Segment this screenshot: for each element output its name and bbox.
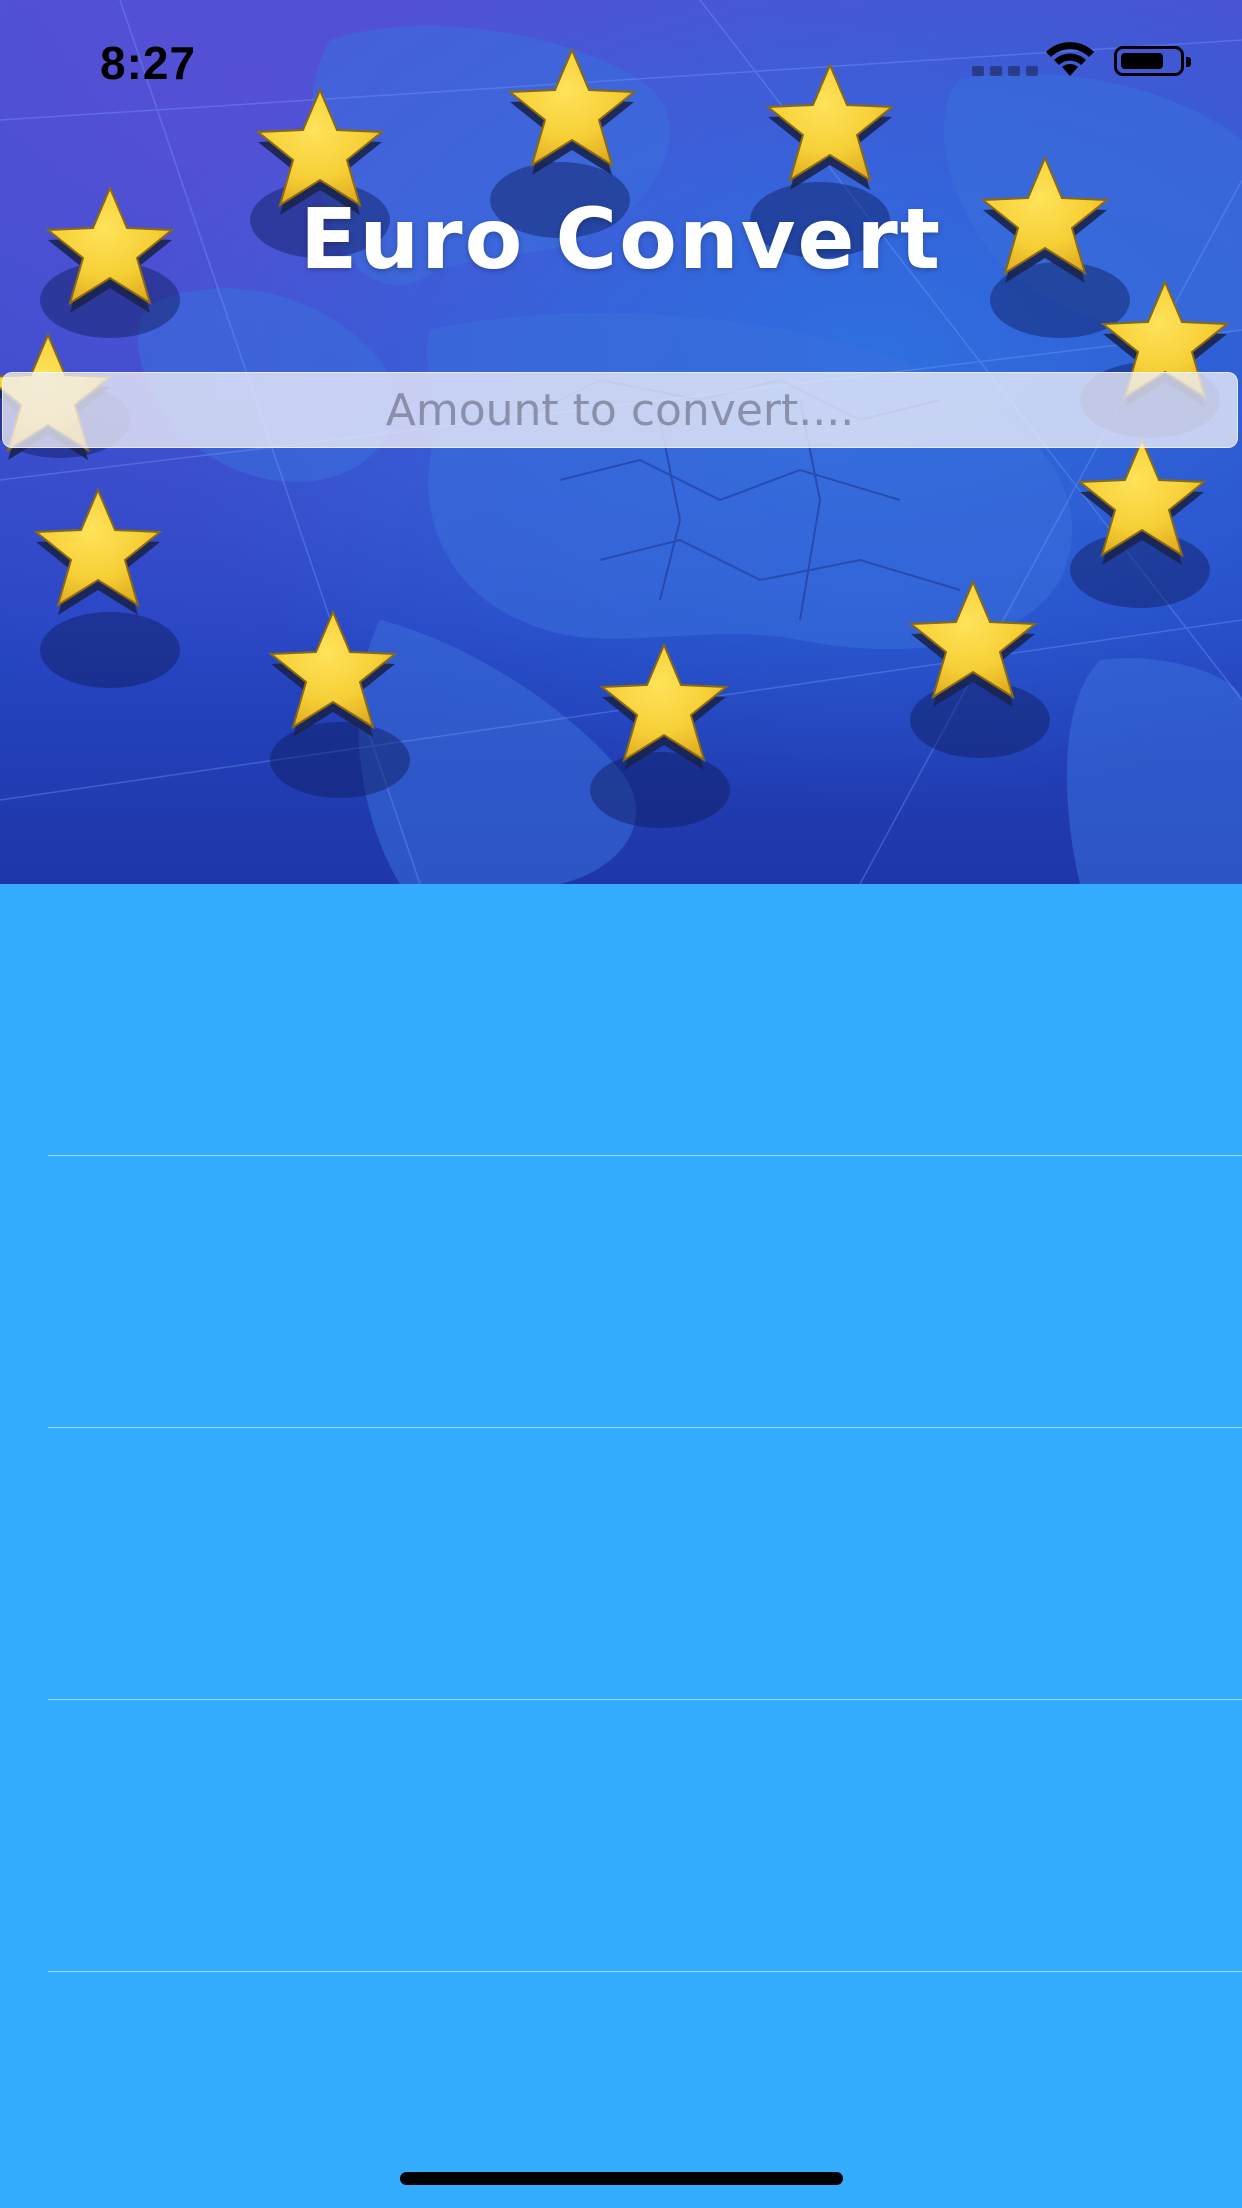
wifi-icon	[1046, 42, 1094, 76]
battery-icon	[1114, 46, 1191, 76]
status-bar: 8:27	[0, 0, 1242, 130]
amount-to-convert-input[interactable]	[2, 372, 1238, 448]
cellular-signal-icon	[972, 66, 1038, 76]
home-indicator[interactable]	[400, 2172, 843, 2185]
status-time: 8:27	[100, 37, 197, 89]
list-item[interactable]	[0, 1700, 1242, 1972]
list-item[interactable]	[0, 1156, 1242, 1428]
app-title: Euro Convert	[299, 190, 943, 288]
list-item[interactable]	[0, 1428, 1242, 1700]
conversion-results-list[interactable]	[0, 884, 1242, 2208]
list-item[interactable]	[0, 884, 1242, 1156]
eu-stars-header-image: 8:27 Euro Convert	[0, 0, 1242, 884]
app-screen: 8:27 Euro Convert	[0, 0, 1242, 2208]
